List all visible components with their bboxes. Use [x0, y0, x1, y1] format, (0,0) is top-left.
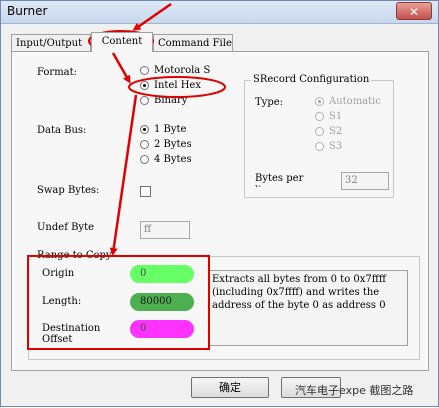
intel-hex-highlight: [128, 76, 226, 98]
arrow-to-intel-hex: [111, 52, 131, 84]
annotation-overlay: [88, 2, 226, 256]
arrow-to-range: [109, 94, 138, 256]
tab-content[interactable]: Content: [91, 32, 153, 52]
burner-window: Burner ✕ Input/Output Content Command Fi…: [0, 0, 439, 407]
arrow-to-content-tab: [132, 2, 172, 31]
tab-content-label: Content: [101, 36, 143, 47]
